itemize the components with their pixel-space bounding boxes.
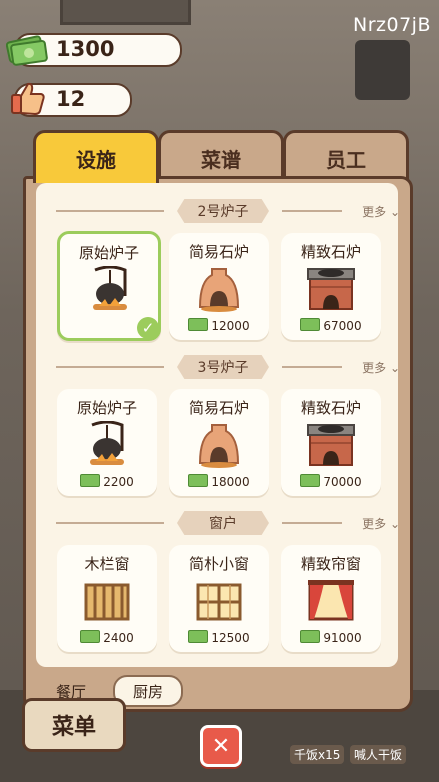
section-title: 窗户 [177, 511, 269, 535]
item-price: 2200 [57, 474, 157, 489]
cash-icon [300, 474, 321, 487]
panel-body: 2号炉子 更多 ⌄ 原始炉子 ✓ 简易石炉 12000 精致石炉 67000 3… [23, 176, 413, 712]
thumbs-up-icon [11, 82, 45, 116]
section-header-stove-3: 3号炉子 更多 ⌄ [36, 355, 400, 379]
item-price: 70000 [281, 474, 381, 489]
eat-bonus-button[interactable]: 千饭x15 [290, 745, 345, 764]
corner-code: Nrz07jB [353, 14, 431, 36]
checkmark-icon: ✓ [137, 317, 159, 339]
item-price: 12500 [169, 630, 269, 645]
likes-counter: 12 [11, 82, 132, 117]
item-name: 精致石炉 [300, 243, 361, 261]
close-button[interactable]: ✕ [200, 725, 242, 767]
cash-icon [300, 318, 321, 331]
section-header-stove-2: 2号炉子 更多 ⌄ [36, 199, 400, 223]
item-name: 简朴小窗 [188, 555, 249, 573]
likes-value: 12 [56, 87, 86, 111]
cash-icon [188, 318, 209, 331]
item-card[interactable]: 木栏窗 2400 [57, 545, 157, 652]
item-list: 2号炉子 更多 ⌄ 原始炉子 ✓ 简易石炉 12000 精致石炉 67000 3… [36, 183, 400, 667]
item-name: 木栏窗 [84, 555, 130, 573]
item-price: 2400 [57, 630, 157, 645]
tab-facilities[interactable]: 设施 [33, 130, 159, 183]
more-link[interactable]: 更多 ⌄ [362, 203, 400, 220]
brick-stove-icon [307, 268, 355, 310]
call-to-eat-button[interactable]: 喊人干饭 [350, 745, 407, 764]
item-price: 91000 [281, 630, 381, 645]
item-card[interactable]: 精致石炉 70000 [281, 389, 381, 496]
clay-oven-icon [198, 424, 240, 468]
money-value: 1300 [56, 37, 115, 61]
wood-bar-window-icon [84, 583, 130, 621]
item-card[interactable]: 精致石炉 67000 [281, 233, 381, 340]
item-card[interactable]: 简易石炉 18000 [169, 389, 269, 496]
close-icon: ✕ [211, 733, 231, 759]
item-card[interactable]: 简易石炉 12000 [169, 233, 269, 340]
clay-oven-icon [198, 268, 240, 312]
cash-stack-icon [6, 35, 48, 66]
more-link[interactable]: 更多 ⌄ [362, 359, 400, 376]
item-name: 精致石炉 [300, 399, 361, 417]
section-title: 3号炉子 [177, 355, 269, 379]
cash-icon [188, 630, 209, 643]
cash-icon [300, 630, 321, 643]
item-name: 精致帘窗 [300, 555, 361, 573]
item-name: 原始炉子 [78, 244, 139, 262]
money-counter: 1300 [6, 33, 182, 67]
item-price: 12000 [169, 318, 269, 333]
campfire-pot-icon [93, 266, 127, 310]
section-header-windows: 窗户 更多 ⌄ [36, 511, 400, 535]
item-card[interactable]: 简朴小窗 12500 [169, 545, 269, 652]
item-name: 简易石炉 [188, 399, 249, 417]
cash-icon [80, 474, 101, 487]
more-link[interactable]: 更多 ⌄ [362, 515, 400, 532]
simple-window-icon [196, 583, 242, 621]
cash-icon [80, 630, 101, 643]
campfire-pot-icon [90, 421, 124, 465]
item-price: 67000 [281, 318, 381, 333]
item-card[interactable]: 原始炉子 ✓ [57, 231, 161, 341]
menu-button[interactable]: 菜单 [22, 698, 126, 752]
facility-panel: 设施 菜谱 员工 2号炉子 更多 ⌄ 原始炉子 ✓ 简易石炉 12000 精致石… [23, 130, 413, 712]
cash-icon [188, 474, 209, 487]
curtain-window-icon [308, 580, 354, 621]
item-card[interactable]: 精致帘窗 91000 [281, 545, 381, 652]
scene-appliance [355, 40, 410, 100]
item-name: 简易石炉 [188, 243, 249, 261]
item-price: 18000 [169, 474, 269, 489]
item-card[interactable]: 原始炉子 2200 [57, 389, 157, 496]
section-title: 2号炉子 [177, 199, 269, 223]
brick-stove-icon [307, 424, 355, 466]
item-name: 原始炉子 [76, 399, 137, 417]
scene-window [60, 0, 191, 25]
